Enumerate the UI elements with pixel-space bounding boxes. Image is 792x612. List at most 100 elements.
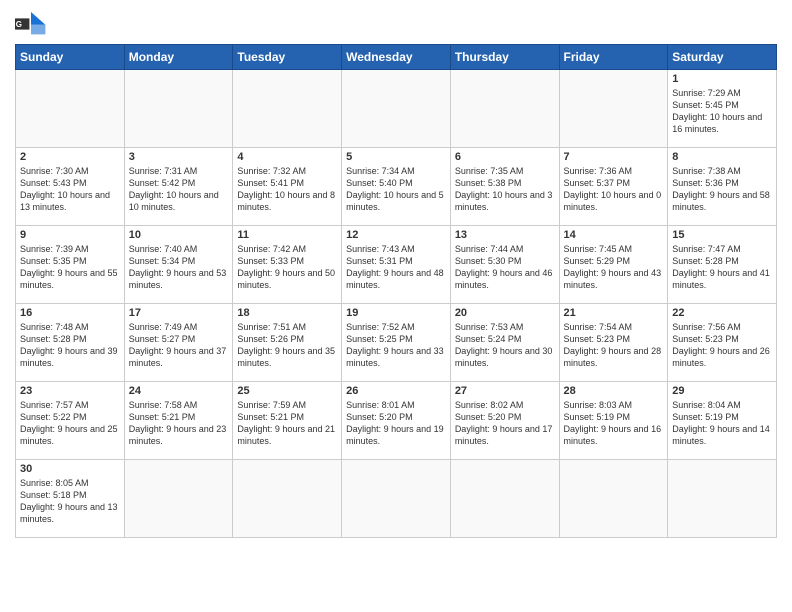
- day-number: 20: [455, 307, 555, 319]
- day-number: 12: [346, 229, 446, 241]
- day-info: Sunrise: 7:57 AMSunset: 5:22 PMDaylight:…: [20, 399, 120, 448]
- calendar-cell: 26 Sunrise: 8:01 AMSunset: 5:20 PMDayligh…: [342, 382, 451, 460]
- calendar-week-5: 23 Sunrise: 7:57 AMSunset: 5:22 PMDayligh…: [16, 382, 777, 460]
- day-number: 11: [237, 229, 337, 241]
- calendar-cell: 28 Sunrise: 8:03 AMSunset: 5:19 PMDayligh…: [559, 382, 668, 460]
- day-number: 16: [20, 307, 120, 319]
- day-number: 22: [672, 307, 772, 319]
- calendar-cell: [450, 70, 559, 148]
- calendar-cell: [124, 460, 233, 538]
- calendar-week-1: 1 Sunrise: 7:29 AMSunset: 5:45 PMDaylight…: [16, 70, 777, 148]
- calendar-week-2: 2 Sunrise: 7:30 AMSunset: 5:43 PMDaylight…: [16, 148, 777, 226]
- day-header-monday: Monday: [124, 45, 233, 70]
- day-info: Sunrise: 7:42 AMSunset: 5:33 PMDaylight:…: [237, 243, 337, 292]
- calendar-cell: 16 Sunrise: 7:48 AMSunset: 5:28 PMDayligh…: [16, 304, 125, 382]
- day-info: Sunrise: 8:01 AMSunset: 5:20 PMDaylight:…: [346, 399, 446, 448]
- day-number: 14: [564, 229, 664, 241]
- calendar-week-3: 9Sunrise: 7:39 AMSunset: 5:35 PMDaylight…: [16, 226, 777, 304]
- calendar-cell: 8 Sunrise: 7:38 AMSunset: 5:36 PMDaylight…: [668, 148, 777, 226]
- day-info: Sunrise: 7:44 AMSunset: 5:30 PMDaylight:…: [455, 243, 555, 292]
- day-info: Sunrise: 7:56 AMSunset: 5:23 PMDaylight:…: [672, 321, 772, 370]
- calendar-cell: [124, 70, 233, 148]
- day-info: Sunrise: 8:03 AMSunset: 5:19 PMDaylight:…: [564, 399, 664, 448]
- day-number: 5: [346, 151, 446, 163]
- day-info: Sunrise: 7:47 AMSunset: 5:28 PMDaylight:…: [672, 243, 772, 292]
- day-number: 1: [672, 73, 772, 85]
- day-info: Sunrise: 7:43 AMSunset: 5:31 PMDaylight:…: [346, 243, 446, 292]
- calendar-cell: 11 Sunrise: 7:42 AMSunset: 5:33 PMDayligh…: [233, 226, 342, 304]
- calendar-cell: 2 Sunrise: 7:30 AMSunset: 5:43 PMDaylight…: [16, 148, 125, 226]
- logo-icon: G: [15, 10, 47, 38]
- day-header-wednesday: Wednesday: [342, 45, 451, 70]
- day-number: 28: [564, 385, 664, 397]
- calendar-week-4: 16 Sunrise: 7:48 AMSunset: 5:28 PMDayligh…: [16, 304, 777, 382]
- calendar-cell: 17 Sunrise: 7:49 AMSunset: 5:27 PMDayligh…: [124, 304, 233, 382]
- day-info: Sunrise: 7:32 AMSunset: 5:41 PMDaylight:…: [237, 165, 337, 214]
- calendar-cell: [342, 70, 451, 148]
- day-info: Sunrise: 7:29 AMSunset: 5:45 PMDaylight:…: [672, 87, 772, 136]
- day-info: Sunrise: 7:54 AMSunset: 5:23 PMDaylight:…: [564, 321, 664, 370]
- day-header-tuesday: Tuesday: [233, 45, 342, 70]
- day-number: 17: [129, 307, 229, 319]
- day-number: 4: [237, 151, 337, 163]
- day-number: 23: [20, 385, 120, 397]
- day-info: Sunrise: 7:31 AMSunset: 5:42 PMDaylight:…: [129, 165, 229, 214]
- calendar-cell: 25Sunrise: 7:59 AMSunset: 5:21 PMDayligh…: [233, 382, 342, 460]
- day-number: 21: [564, 307, 664, 319]
- day-number: 3: [129, 151, 229, 163]
- calendar-cell: 18 Sunrise: 7:51 AMSunset: 5:26 PMDayligh…: [233, 304, 342, 382]
- day-number: 18: [237, 307, 337, 319]
- page: G SundayMondayTuesdayWednesdayThursdayFr…: [0, 0, 792, 548]
- day-info: Sunrise: 7:52 AMSunset: 5:25 PMDaylight:…: [346, 321, 446, 370]
- day-info: Sunrise: 7:39 AMSunset: 5:35 PMDaylight:…: [20, 243, 120, 292]
- calendar-cell: 30Sunrise: 8:05 AMSunset: 5:18 PMDayligh…: [16, 460, 125, 538]
- day-number: 26: [346, 385, 446, 397]
- day-info: Sunrise: 7:40 AMSunset: 5:34 PMDaylight:…: [129, 243, 229, 292]
- day-number: 25: [237, 385, 337, 397]
- calendar-cell: 7Sunrise: 7:36 AMSunset: 5:37 PMDaylight…: [559, 148, 668, 226]
- calendar-header-row: SundayMondayTuesdayWednesdayThursdayFrid…: [16, 45, 777, 70]
- day-header-sunday: Sunday: [16, 45, 125, 70]
- calendar-cell: 27 Sunrise: 8:02 AMSunset: 5:20 PMDayligh…: [450, 382, 559, 460]
- calendar-cell: 3 Sunrise: 7:31 AMSunset: 5:42 PMDaylight…: [124, 148, 233, 226]
- day-info: Sunrise: 7:38 AMSunset: 5:36 PMDaylight:…: [672, 165, 772, 214]
- day-header-thursday: Thursday: [450, 45, 559, 70]
- calendar-cell: [559, 460, 668, 538]
- day-info: Sunrise: 7:34 AMSunset: 5:40 PMDaylight:…: [346, 165, 446, 214]
- calendar-cell: 4 Sunrise: 7:32 AMSunset: 5:41 PMDaylight…: [233, 148, 342, 226]
- calendar-cell: [559, 70, 668, 148]
- day-number: 24: [129, 385, 229, 397]
- day-info: Sunrise: 7:53 AMSunset: 5:24 PMDaylight:…: [455, 321, 555, 370]
- day-number: 8: [672, 151, 772, 163]
- day-info: Sunrise: 7:51 AMSunset: 5:26 PMDaylight:…: [237, 321, 337, 370]
- day-number: 27: [455, 385, 555, 397]
- calendar-cell: [450, 460, 559, 538]
- calendar-cell: 23 Sunrise: 7:57 AMSunset: 5:22 PMDayligh…: [16, 382, 125, 460]
- day-number: 15: [672, 229, 772, 241]
- calendar-cell: [342, 460, 451, 538]
- day-info: Sunrise: 8:04 AMSunset: 5:19 PMDaylight:…: [672, 399, 772, 448]
- calendar-cell: 6Sunrise: 7:35 AMSunset: 5:38 PMDaylight…: [450, 148, 559, 226]
- calendar-cell: [233, 70, 342, 148]
- day-number: 2: [20, 151, 120, 163]
- calendar-cell: [16, 70, 125, 148]
- day-info: Sunrise: 7:49 AMSunset: 5:27 PMDaylight:…: [129, 321, 229, 370]
- calendar-cell: 15 Sunrise: 7:47 AMSunset: 5:28 PMDayligh…: [668, 226, 777, 304]
- calendar: SundayMondayTuesdayWednesdayThursdayFrid…: [15, 44, 777, 538]
- day-number: 13: [455, 229, 555, 241]
- day-info: Sunrise: 8:02 AMSunset: 5:20 PMDaylight:…: [455, 399, 555, 448]
- day-number: 7: [564, 151, 664, 163]
- day-header-saturday: Saturday: [668, 45, 777, 70]
- day-info: Sunrise: 7:30 AMSunset: 5:43 PMDaylight:…: [20, 165, 120, 214]
- calendar-cell: 5 Sunrise: 7:34 AMSunset: 5:40 PMDaylight…: [342, 148, 451, 226]
- calendar-cell: 9Sunrise: 7:39 AMSunset: 5:35 PMDaylight…: [16, 226, 125, 304]
- svg-text:G: G: [16, 20, 22, 29]
- calendar-cell: [668, 460, 777, 538]
- calendar-cell: 24Sunrise: 7:58 AMSunset: 5:21 PMDayligh…: [124, 382, 233, 460]
- day-number: 6: [455, 151, 555, 163]
- day-info: Sunrise: 7:48 AMSunset: 5:28 PMDaylight:…: [20, 321, 120, 370]
- calendar-cell: 10Sunrise: 7:40 AMSunset: 5:34 PMDayligh…: [124, 226, 233, 304]
- day-number: 29: [672, 385, 772, 397]
- day-number: 19: [346, 307, 446, 319]
- day-header-friday: Friday: [559, 45, 668, 70]
